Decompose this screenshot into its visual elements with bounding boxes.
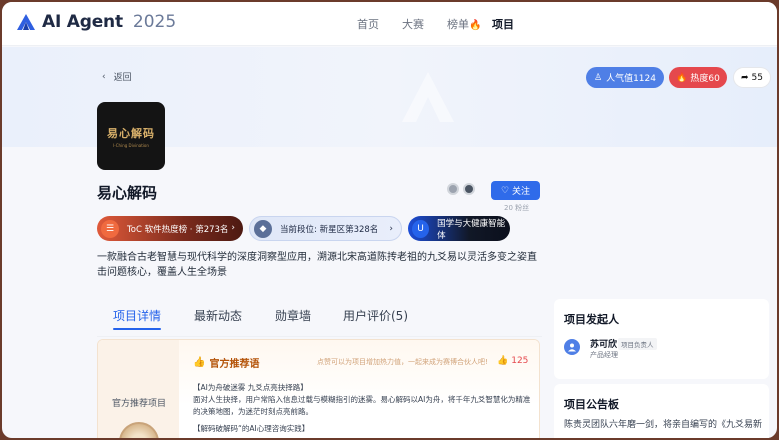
- project-cover: 易心解码 I-Ching Divination: [97, 102, 165, 170]
- initiator-title: 项目发起人: [564, 313, 619, 326]
- tier-tag[interactable]: ◆ 当前段位: 新星区第328名 ›: [249, 216, 402, 241]
- initiator-badge: 项目负责人: [618, 338, 657, 350]
- recommend-line: 面对人生抉择，用户常陷入信息过载与模糊指引的迷雾。易心解码以AI为舟，将千年九爻…: [193, 395, 531, 416]
- flame-icon: 🔥: [676, 72, 688, 83]
- heart-icon: ♡: [500, 185, 510, 196]
- recommend-content: 👍 官方推荐语 点赞可以为项目增加热力值，一起来成为赛博合伙人吧! 👍 125 …: [179, 340, 539, 438]
- fire-icon: 🔥: [469, 20, 482, 31]
- back-label: 返回: [113, 73, 132, 83]
- recommend-body: 【AI为舟破迷雾 九爻点亮抉择路】 面对人生抉择，用户常陷入信息过载与模糊指引的…: [193, 382, 533, 435]
- category-tag[interactable]: ᑌ 国学与大健康智能体: [408, 216, 510, 241]
- brand-name: AI Agent: [42, 12, 123, 32]
- project-name: 易心解码: [97, 184, 158, 202]
- seal-icon: [119, 422, 159, 438]
- nav-home[interactable]: 首页: [357, 16, 402, 32]
- thumbs-up-icon: 👍: [193, 357, 206, 368]
- ranking-tag-label: ToC 软件热度榜 · 第273名: [127, 224, 229, 235]
- brand-year: 2025: [132, 12, 177, 32]
- medal-icon[interactable]: [463, 183, 475, 195]
- like-count: 125: [511, 356, 529, 366]
- heat-badge[interactable]: 🔥 热度60: [669, 67, 727, 88]
- follow-button[interactable]: ♡ 关注: [491, 181, 540, 200]
- tab-updates[interactable]: 最新动态: [194, 307, 242, 324]
- watermark-logo-icon: [402, 72, 454, 122]
- initiator-role: 产品经理: [590, 351, 618, 359]
- recommend-side-label: 官方推荐项目: [112, 399, 167, 409]
- notice-title: 项目公告板: [564, 398, 619, 411]
- medal-badges: [447, 183, 475, 195]
- tab-details[interactable]: 项目详情: [113, 307, 161, 324]
- top-nav: AI Agent 2025 首页 大赛 榜单🔥 项目: [2, 2, 777, 46]
- logo[interactable]: AI Agent 2025: [16, 12, 176, 32]
- category-tag-label: 国学与大健康智能体: [437, 218, 506, 241]
- list-icon: ☰: [101, 219, 119, 238]
- follow-label: 关注: [512, 187, 531, 197]
- chevron-right-icon: ›: [231, 223, 235, 233]
- tab-reviews[interactable]: 用户评价(5): [343, 307, 408, 324]
- recommend-side: 官方推荐项目: [98, 340, 179, 438]
- nav-ranking[interactable]: 榜单🔥: [447, 16, 492, 32]
- like-button[interactable]: 👍 125: [497, 356, 528, 366]
- recommend-line: 【AI为舟破迷雾 九爻点亮抉择路】: [193, 383, 308, 392]
- initiator-name[interactable]: 苏可欣: [590, 337, 617, 350]
- share-count: 55: [751, 72, 763, 83]
- recommend-line: 【解码破解码“的AI心理咨询实践】: [193, 424, 310, 433]
- category-icon: ᑌ: [412, 219, 430, 238]
- chevron-left-icon: ‹: [102, 71, 106, 82]
- cover-subtitle: I-Ching Divination: [113, 142, 149, 148]
- popularity-value: 人气值1124: [606, 74, 656, 84]
- share-icon: ➦: [741, 72, 749, 83]
- main-nav: 首页 大赛 榜单🔥 项目: [357, 16, 537, 32]
- recommend-title-text: 官方推荐语: [209, 359, 260, 370]
- heat-value: 热度60: [690, 74, 720, 84]
- fans-count: 20 粉丝: [504, 204, 530, 212]
- active-tab-indicator: [113, 328, 161, 330]
- nav-ranking-label: 榜单: [447, 18, 469, 31]
- initiator-card: 项目发起人 苏可欣 项目负责人 产品经理: [554, 299, 769, 379]
- popularity-badge[interactable]: ♙ 人气值1124: [586, 67, 664, 88]
- recommend-hint: 点赞可以为项目增加热力值，一起来成为赛博合伙人吧!: [317, 358, 488, 366]
- like-icon: 👍: [497, 356, 509, 366]
- recommend-title: 👍 官方推荐语: [193, 355, 259, 370]
- back-button[interactable]: ‹ 返回: [102, 70, 132, 84]
- avatar[interactable]: [564, 339, 580, 355]
- cover-title: 易心解码: [107, 126, 155, 140]
- gem-icon: ◆: [254, 219, 272, 238]
- app-frame: AI Agent 2025 首页 大赛 榜单🔥 项目 ‹ 返回 ♙ 人气值112…: [0, 0, 779, 440]
- share-button[interactable]: ➦ 55: [733, 67, 771, 88]
- person-icon: [568, 343, 576, 352]
- nav-contest[interactable]: 大赛: [402, 16, 447, 32]
- project-description: 一款融合古老智慧与现代科学的深度洞察型应用，溯源北宋高道陈抟老祖的九爻易以灵活多…: [97, 252, 537, 278]
- project-tabs: 项目详情 最新动态 勋章墙 用户评价(5): [97, 307, 542, 337]
- user-icon: ♙: [594, 72, 603, 83]
- chevron-right-icon: ›: [389, 224, 393, 234]
- ranking-tag[interactable]: ☰ ToC 软件热度榜 · 第273名 ›: [97, 216, 243, 241]
- tier-tag-label: 当前段位: 新星区第328名: [280, 224, 379, 235]
- notice-text: 陈贵灵团队六年磨一剑，将亲自编写的《九爻易新: [564, 420, 763, 430]
- recommend-card: 官方推荐项目 👍 官方推荐语 点赞可以为项目增加热力值，一起来成为赛博合伙人吧!…: [97, 339, 540, 438]
- brand-logo-icon: [17, 14, 35, 30]
- nav-projects[interactable]: 项目: [492, 16, 537, 32]
- medal-icon[interactable]: [447, 183, 459, 195]
- tab-medals[interactable]: 勋章墙: [275, 307, 311, 324]
- notice-card: 项目公告板 陈贵灵团队六年磨一剑，将亲自编写的《九爻易新: [554, 384, 769, 438]
